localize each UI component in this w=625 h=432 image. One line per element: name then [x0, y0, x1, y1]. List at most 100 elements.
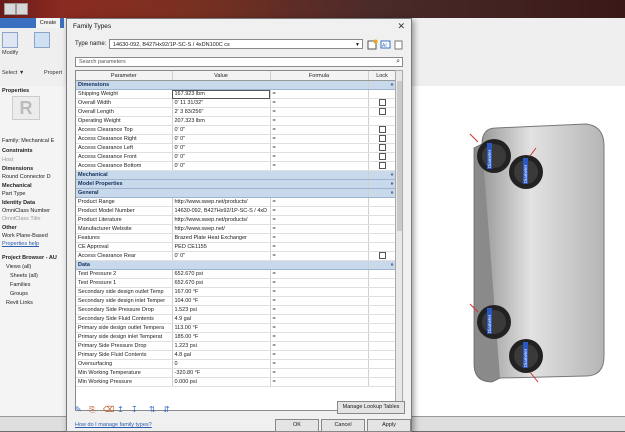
param-value[interactable]: 113.00 °F [172, 323, 271, 333]
table-row[interactable]: Overall Length 2' 3 83/256" = [76, 107, 396, 117]
param-formula[interactable]: = [270, 116, 369, 126]
lock-checkbox[interactable] [378, 135, 386, 143]
param-formula[interactable]: = [270, 98, 369, 108]
collapse-chevron-icon[interactable]: » [368, 170, 396, 180]
param-value[interactable]: 1.223 psi [172, 341, 271, 351]
param-value[interactable]: http://www.swep.net/ [172, 224, 271, 234]
param-value[interactable]: 2' 3 83/256" [172, 107, 271, 117]
collapse-chevron-icon[interactable]: » [368, 179, 396, 189]
select-dropdown[interactable]: Select ▼ [2, 70, 24, 76]
param-value[interactable]: 0' 11 31/32" [172, 98, 271, 108]
param-formula[interactable]: = [270, 152, 369, 162]
group-header-row[interactable]: Dimensions» [76, 80, 396, 90]
apply-button[interactable]: Apply [367, 419, 411, 432]
model-canvas[interactable]: Diameter Diameter Diameter Diameter [408, 86, 625, 416]
group-header-row[interactable]: Mechanical» [76, 170, 396, 180]
table-row[interactable]: CE Approval PED CE1155 = [76, 242, 396, 252]
param-value[interactable]: 167.923 lbm [172, 89, 271, 99]
scrollbar-thumb[interactable] [397, 81, 402, 231]
table-row[interactable]: Access Clearance Front 0' 0" = [76, 152, 396, 162]
param-value[interactable]: 4.9 gal [172, 314, 271, 324]
collapse-chevron-icon[interactable]: » [368, 80, 396, 90]
move-up-icon[interactable]: ↥ [117, 405, 124, 414]
sort-ascending-icon[interactable]: ⇅ [149, 405, 156, 414]
param-formula[interactable]: = [270, 368, 369, 378]
param-formula[interactable]: = [270, 161, 369, 171]
param-formula[interactable]: = [270, 296, 369, 306]
delete-type-icon[interactable] [393, 39, 404, 50]
param-value[interactable]: 0.000 psi [172, 377, 271, 387]
tree-families[interactable]: Families [10, 282, 30, 288]
table-row[interactable]: Min Working Temperature -320.80 °F = [76, 368, 396, 378]
param-value[interactable]: 185.00 °F [172, 332, 271, 342]
properties-help-link[interactable]: Properties help [2, 241, 39, 247]
tree-views[interactable]: Views (all) [6, 264, 31, 270]
move-down-icon[interactable]: ↧ [131, 405, 138, 414]
param-value[interactable]: 0' 0" [172, 152, 271, 162]
cancel-button[interactable]: Cancel [321, 419, 365, 432]
help-link[interactable]: How do I manage family types? [75, 422, 152, 428]
lock-checkbox[interactable] [378, 153, 386, 161]
lock-checkbox[interactable] [378, 162, 386, 170]
edit-parameter-icon[interactable]: ✎ [75, 405, 82, 414]
group-header-row[interactable]: Data» [76, 260, 396, 270]
param-formula[interactable]: = [270, 305, 369, 315]
table-row[interactable]: Access Clearance Bottom 0' 0" = [76, 161, 396, 171]
param-formula[interactable]: = [270, 251, 369, 261]
app-menu-icon[interactable] [4, 3, 16, 15]
param-value[interactable]: 652.670 psi [172, 269, 271, 279]
table-row[interactable]: Test Pressure 2 652.670 psi = [76, 269, 396, 279]
col-header-lock[interactable]: Lock [368, 71, 396, 81]
group-header-row[interactable]: General» [76, 188, 396, 198]
param-formula[interactable]: = [270, 323, 369, 333]
delete-parameter-icon[interactable]: ⌫ [103, 405, 114, 414]
lock-checkbox[interactable] [378, 144, 386, 152]
param-value[interactable]: 0' 0" [172, 143, 271, 153]
param-formula[interactable]: = [270, 134, 369, 144]
lock-checkbox[interactable] [378, 252, 386, 260]
ok-button[interactable]: OK [275, 419, 319, 432]
table-row[interactable]: Product Literature http://www.swep.net/pr… [76, 215, 396, 225]
param-value[interactable]: 167.00 °F [172, 287, 271, 297]
param-value[interactable]: 14630-092, B427Hx92/1P-SC-S / 4xD [172, 206, 271, 216]
param-formula[interactable]: = [270, 215, 369, 225]
table-row[interactable]: Primary Side Fluid Contents 4.8 gal = [76, 350, 396, 360]
param-formula[interactable]: = [270, 377, 369, 387]
param-value[interactable]: -320.80 °F [172, 368, 271, 378]
lock-checkbox[interactable] [378, 108, 386, 116]
new-type-icon[interactable] [367, 39, 378, 50]
table-row[interactable]: Secondary Side Pressure Drop 1.523 psi = [76, 305, 396, 315]
tree-revit-links[interactable]: Revit Links [6, 300, 33, 306]
table-row[interactable]: Features Brazed Plate Heat Exchanger = [76, 233, 396, 243]
table-row[interactable]: Operating Weight 207.323 lbm = [76, 116, 396, 126]
table-row[interactable]: Secondary Side Fluid Contents 4.9 gal = [76, 314, 396, 324]
table-row[interactable]: Overall Width 0' 11 31/32" = [76, 98, 396, 108]
collapse-chevron-icon[interactable]: » [368, 260, 396, 270]
param-formula[interactable]: = [270, 287, 369, 297]
lock-checkbox[interactable] [378, 99, 386, 107]
param-value[interactable]: http://www.swep.net/products/ [172, 197, 271, 207]
param-formula[interactable]: = [270, 269, 369, 279]
param-value[interactable]: 652.670 psi [172, 278, 271, 288]
param-value[interactable]: 0' 0" [172, 161, 271, 171]
param-value[interactable]: 0' 0" [172, 134, 271, 144]
lock-checkbox[interactable] [378, 126, 386, 134]
type-name-select[interactable]: 14630-092, B427Hx92/1P-SC-S / 4xDN100C c… [109, 39, 363, 49]
table-row[interactable]: Access Clearance Left 0' 0" = [76, 143, 396, 153]
param-value[interactable]: PED CE1155 [172, 242, 271, 252]
search-input[interactable]: Search parameters ⌕ [75, 57, 403, 67]
param-value[interactable]: 0' 0" [172, 125, 271, 135]
param-value[interactable]: 1.523 psi [172, 305, 271, 315]
table-row[interactable]: Access Clearance Top 0' 0" = [76, 125, 396, 135]
table-row[interactable]: Primary side design outlet Tempera 113.00… [76, 323, 396, 333]
new-parameter-icon[interactable]: ⎘ [89, 405, 95, 415]
table-row[interactable]: Manufacturer Website http://www.swep.net/… [76, 224, 396, 234]
rename-type-icon[interactable]: AI [380, 39, 391, 50]
collapse-chevron-icon[interactable]: » [368, 188, 396, 198]
param-formula[interactable]: = [270, 332, 369, 342]
table-row[interactable]: Primary Side Pressure Drop 1.223 psi = [76, 341, 396, 351]
param-formula[interactable]: = [270, 224, 369, 234]
table-row[interactable]: Primary side design inlet Temperat 185.00… [76, 332, 396, 342]
param-formula[interactable]: = [270, 107, 369, 117]
table-row[interactable]: Access Clearance Right 0' 0" = [76, 134, 396, 144]
